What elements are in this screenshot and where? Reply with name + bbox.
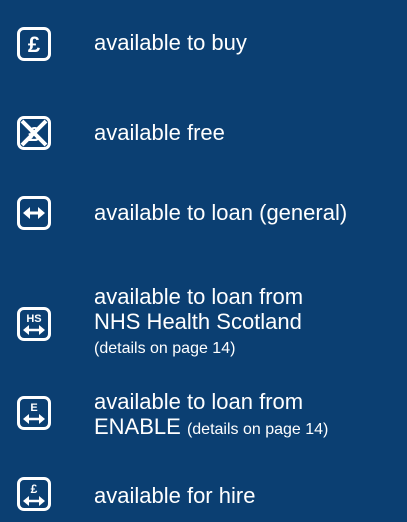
crossed-out-pound-icon: £ — [17, 116, 51, 150]
svg-text:HS: HS — [26, 313, 41, 325]
hs-arrow-icon: HS — [17, 307, 51, 341]
legend-item-loan-enable: E available to loan from ENABLE (details… — [0, 389, 407, 451]
legend-label-free: available free — [94, 120, 225, 145]
legend-label-enable-line2: ENABLE (details on page 14) — [94, 414, 328, 442]
legend-note-enable: (details on page 14) — [186, 421, 329, 438]
legend-item-hire: £ available for hire — [0, 474, 407, 514]
e-arrow-icon: E — [17, 396, 51, 430]
legend-label-hire: available for hire — [94, 483, 256, 508]
legend-label-buy: available to buy — [94, 30, 247, 55]
svg-text:£: £ — [31, 482, 38, 496]
svg-text:E: E — [30, 402, 37, 414]
legend-note-nhs: (details on page 14) — [94, 340, 236, 357]
legend: £ available to buy £ available free avai… — [0, 0, 407, 522]
legend-item-loan-general: available to loan (general) — [0, 193, 407, 233]
legend-label-loan-general: available to loan (general) — [94, 200, 348, 225]
legend-item-buy: £ available to buy — [0, 24, 407, 64]
pound-arrow-icon: £ — [17, 477, 51, 511]
svg-text:£: £ — [28, 32, 41, 57]
pound-sign-icon: £ — [17, 27, 51, 61]
two-way-arrow-icon — [17, 196, 51, 230]
legend-label-enable-org: ENABLE — [94, 414, 181, 439]
legend-label-nhs-line1: available to loan from — [94, 284, 304, 309]
legend-item-free: £ available free — [0, 113, 407, 153]
legend-label-enable-line1: available to loan from — [94, 389, 304, 414]
legend-item-loan-nhs: HS available to loan from NHS Health Sco… — [0, 284, 407, 366]
legend-label-nhs-line2: NHS Health Scotland — [94, 309, 302, 334]
